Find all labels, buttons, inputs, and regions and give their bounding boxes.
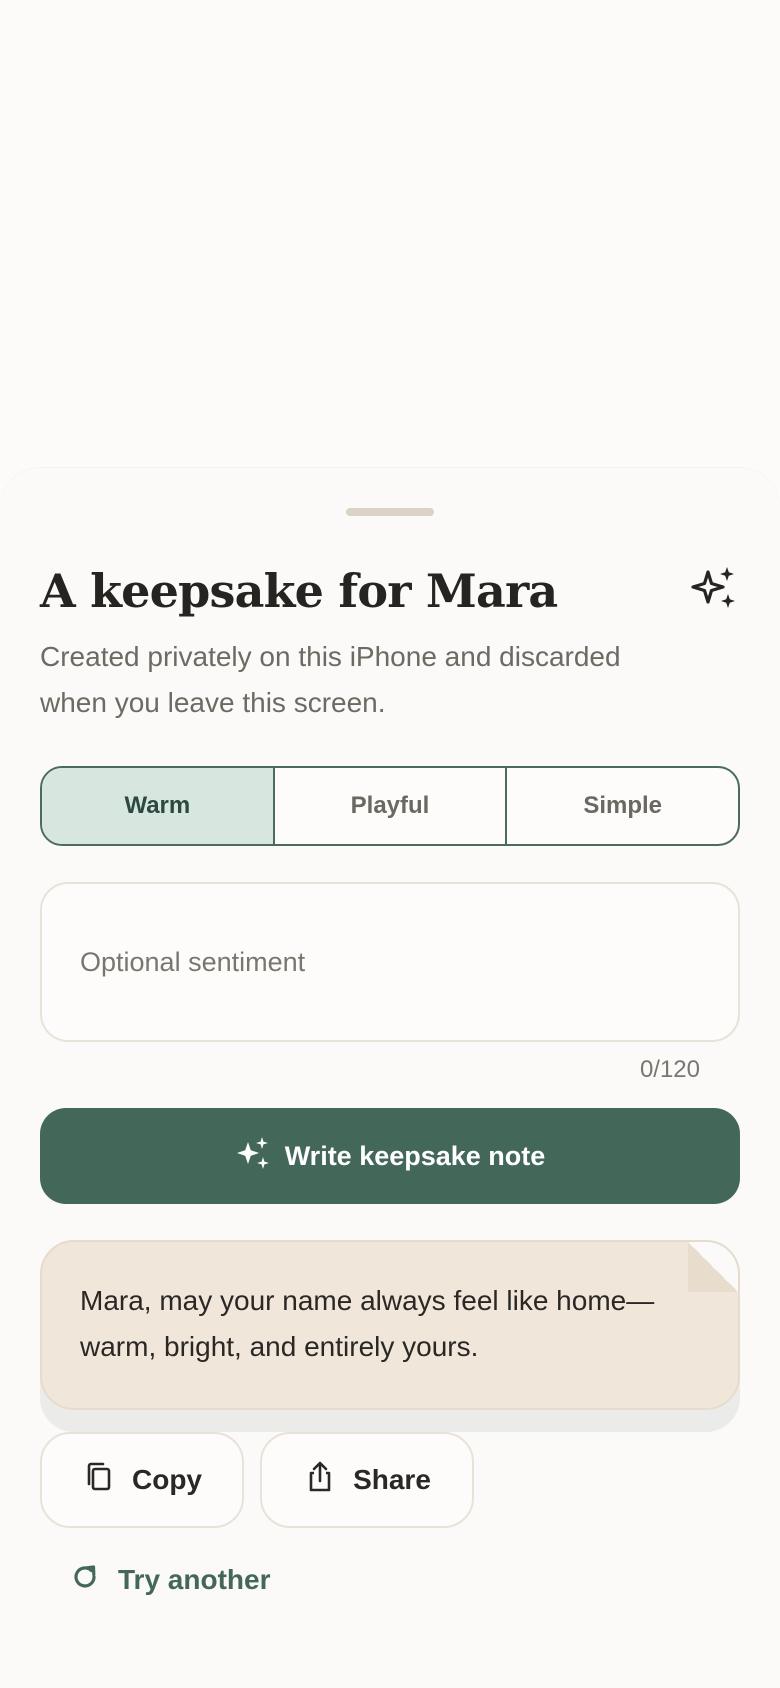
sentiment-input[interactable] — [80, 942, 700, 982]
tone-option-warm[interactable]: Warm — [42, 768, 273, 844]
share-icon — [303, 1460, 337, 1501]
refresh-icon — [70, 1562, 100, 1599]
copy-label: Copy — [132, 1464, 202, 1495]
copy-button[interactable]: Copy — [40, 1432, 244, 1528]
write-keepsake-label: Write keepsake note — [284, 1140, 546, 1171]
copy-icon — [82, 1460, 116, 1501]
write-keepsake-button[interactable]: Write keepsake note — [40, 1108, 740, 1204]
try-another-label: Try another — [118, 1564, 271, 1595]
tone-option-simple[interactable]: Simple — [505, 768, 738, 844]
keepsake-sheet: A keepsake for Mara Created privately on… — [0, 468, 780, 1688]
sparkles-icon — [690, 564, 740, 614]
share-button[interactable]: Share — [260, 1432, 474, 1528]
tone-option-playful[interactable]: Playful — [272, 768, 506, 844]
sheet-grabber[interactable] — [346, 508, 434, 516]
try-another-button[interactable]: Try another — [70, 1554, 270, 1606]
keepsake-note-card: Mara, may your name always feel like hom… — [40, 1240, 740, 1432]
sparkles-icon — [235, 1135, 271, 1178]
share-label: Share — [353, 1464, 431, 1495]
tone-segmented-control: Warm Playful Simple — [40, 766, 740, 846]
keepsake-note: Mara, may your name always feel like hom… — [40, 1240, 740, 1410]
sheet-subtitle: Created privately on this iPhone and dis… — [40, 641, 621, 718]
dimmed-backdrop[interactable] — [0, 0, 780, 470]
sheet-title: A keepsake for Mara — [40, 564, 558, 618]
keepsake-note-text: Mara, may your name always feel like hom… — [80, 1285, 655, 1362]
sentiment-field-container — [40, 882, 740, 1042]
character-counter: 0/120 — [639, 1056, 700, 1083]
